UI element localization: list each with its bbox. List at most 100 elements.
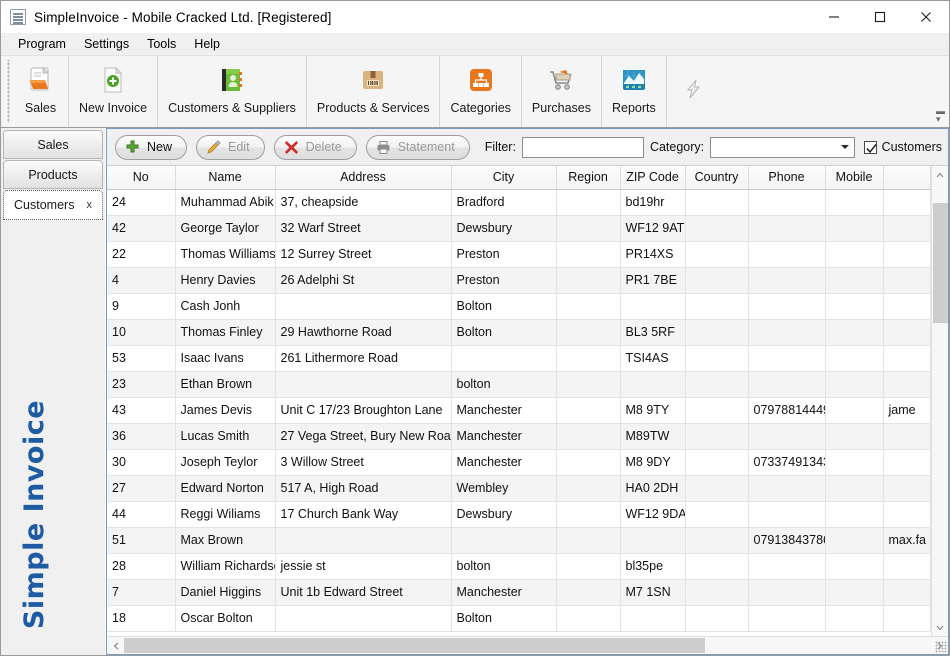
cell-country[interactable] <box>685 579 749 606</box>
toolbar-extra-action[interactable] <box>667 56 721 127</box>
cell-address[interactable]: 29 Hawthorne Road <box>275 319 452 346</box>
cell-phone[interactable]: 07978814449 <box>748 397 826 424</box>
table-row[interactable]: 4 Henry Davies 26 Adelphi St Preston PR1 7BE <box>107 267 931 294</box>
cell-mobile[interactable] <box>825 501 884 528</box>
cell-address[interactable]: 32 Warf Street <box>275 215 452 242</box>
cell-region[interactable] <box>556 241 621 268</box>
cell-no[interactable]: 9 <box>107 293 176 320</box>
cell-mobile[interactable] <box>825 215 884 242</box>
cell-city[interactable]: Bolton <box>451 293 557 320</box>
edit-button[interactable]: Edit <box>196 134 265 160</box>
cell-name[interactable]: William Richardson <box>175 553 276 580</box>
horizontal-scroll-track[interactable] <box>124 637 931 654</box>
cell-name[interactable]: James Devis <box>175 397 276 424</box>
cell-mobile[interactable] <box>825 449 884 476</box>
cell-extra[interactable] <box>883 501 931 528</box>
cell-no[interactable]: 43 <box>107 397 176 424</box>
cell-address[interactable]: Unit 1b Edward Street <box>275 579 452 606</box>
table-row[interactable]: 28William Richardsonjessie stbolton bl35p… <box>107 553 931 580</box>
cell-address[interactable]: 517 A, High Road <box>275 475 452 502</box>
cell-mobile[interactable] <box>825 527 884 554</box>
cell-mobile[interactable] <box>825 475 884 502</box>
cell-extra[interactable] <box>883 475 931 502</box>
menu-item-program[interactable]: Program <box>9 34 75 54</box>
sidebar-item-products[interactable]: Products <box>3 160 103 189</box>
cell-extra[interactable] <box>883 319 931 346</box>
close-icon[interactable] <box>903 1 949 33</box>
customers-checkbox[interactable]: Customers <box>863 140 942 154</box>
cell-address[interactable]: 17 Church Bank Way <box>275 501 452 528</box>
column-header-extra[interactable] <box>883 166 931 190</box>
cell-mobile[interactable] <box>825 423 884 450</box>
cell-extra[interactable] <box>883 423 931 450</box>
cell-phone[interactable] <box>748 423 826 450</box>
cell-address[interactable]: 12 Surrey Street <box>275 241 452 268</box>
cell-no[interactable]: 18 <box>107 605 176 632</box>
cell-extra[interactable] <box>883 267 931 294</box>
cell-zip[interactable]: PR1 7BE <box>620 267 686 294</box>
toolbar-button-reports[interactable]: Reports <box>602 56 667 127</box>
table-row[interactable]: 23 Ethan Brown bolton <box>107 371 931 398</box>
cell-address[interactable] <box>275 371 452 398</box>
cell-region[interactable] <box>556 579 621 606</box>
resize-grip[interactable] <box>935 641 947 653</box>
cell-address[interactable]: 26 Adelphi St <box>275 267 452 294</box>
table-row[interactable]: 7 Daniel Higgins Unit 1b Edward Street Manc… <box>107 579 931 606</box>
column-header-mobile[interactable]: Mobile <box>825 166 884 190</box>
cell-address[interactable]: jessie st <box>275 553 452 580</box>
chevron-up-icon[interactable] <box>932 166 949 183</box>
cell-city[interactable]: Preston <box>451 267 557 294</box>
tab-close-icon[interactable]: x <box>86 199 92 211</box>
cell-phone[interactable] <box>748 189 826 216</box>
cell-name[interactable]: Thomas Williams <box>175 241 276 268</box>
cell-no[interactable]: 24 <box>107 189 176 216</box>
cell-region[interactable] <box>556 319 621 346</box>
cell-mobile[interactable] <box>825 371 884 398</box>
column-header-name[interactable]: Name <box>175 166 276 190</box>
cell-extra[interactable] <box>883 345 931 372</box>
filter-input[interactable] <box>521 136 644 158</box>
cell-phone[interactable] <box>748 215 826 242</box>
cell-country[interactable] <box>685 345 749 372</box>
horizontal-scrollbar[interactable] <box>107 636 948 654</box>
cell-no[interactable]: 42 <box>107 215 176 242</box>
cell-extra[interactable] <box>883 449 931 476</box>
column-header-no[interactable]: No <box>107 166 176 190</box>
cell-no[interactable]: 44 <box>107 501 176 528</box>
cell-name[interactable]: Joseph Teylor <box>175 449 276 476</box>
cell-name[interactable]: Daniel Higgins <box>175 579 276 606</box>
cell-country[interactable] <box>685 397 749 424</box>
toolbar-button-purchases[interactable]: Purchases <box>522 56 602 127</box>
maximize-icon[interactable] <box>857 1 903 33</box>
cell-mobile[interactable] <box>825 267 884 294</box>
cell-phone[interactable] <box>748 371 826 398</box>
cell-country[interactable] <box>685 475 749 502</box>
cell-zip[interactable]: TSI4AS <box>620 345 686 372</box>
cell-city[interactable]: bolton <box>451 371 557 398</box>
cell-phone[interactable] <box>748 553 826 580</box>
cell-country[interactable] <box>685 527 749 554</box>
cell-mobile[interactable] <box>825 345 884 372</box>
cell-city[interactable]: Dewsbury <box>451 501 557 528</box>
cell-address[interactable] <box>275 293 452 320</box>
cell-zip[interactable]: M7 1SN <box>620 579 686 606</box>
cell-no[interactable]: 4 <box>107 267 176 294</box>
cell-address[interactable]: 261 Lithermore Road <box>275 345 452 372</box>
minimize-icon[interactable] <box>811 1 857 33</box>
cell-mobile[interactable] <box>825 397 884 424</box>
cell-phone[interactable] <box>748 475 826 502</box>
menu-item-help[interactable]: Help <box>185 34 229 54</box>
cell-extra[interactable] <box>883 371 931 398</box>
column-header-country[interactable]: Country <box>685 166 749 190</box>
cell-city[interactable]: Manchester <box>451 579 557 606</box>
cell-phone[interactable]: 07913843786 <box>748 527 826 554</box>
table-row[interactable]: 22 Thomas Williams 12 Surrey Street Preston… <box>107 241 931 268</box>
cell-extra[interactable] <box>883 241 931 268</box>
toolbar-button-customers-suppliers[interactable]: Customers & Suppliers <box>158 56 307 127</box>
cell-zip[interactable] <box>620 293 686 320</box>
cell-country[interactable] <box>685 267 749 294</box>
cell-no[interactable]: 10 <box>107 319 176 346</box>
cell-region[interactable] <box>556 449 621 476</box>
cell-phone[interactable] <box>748 319 826 346</box>
horizontal-scroll-thumb[interactable] <box>124 638 706 653</box>
